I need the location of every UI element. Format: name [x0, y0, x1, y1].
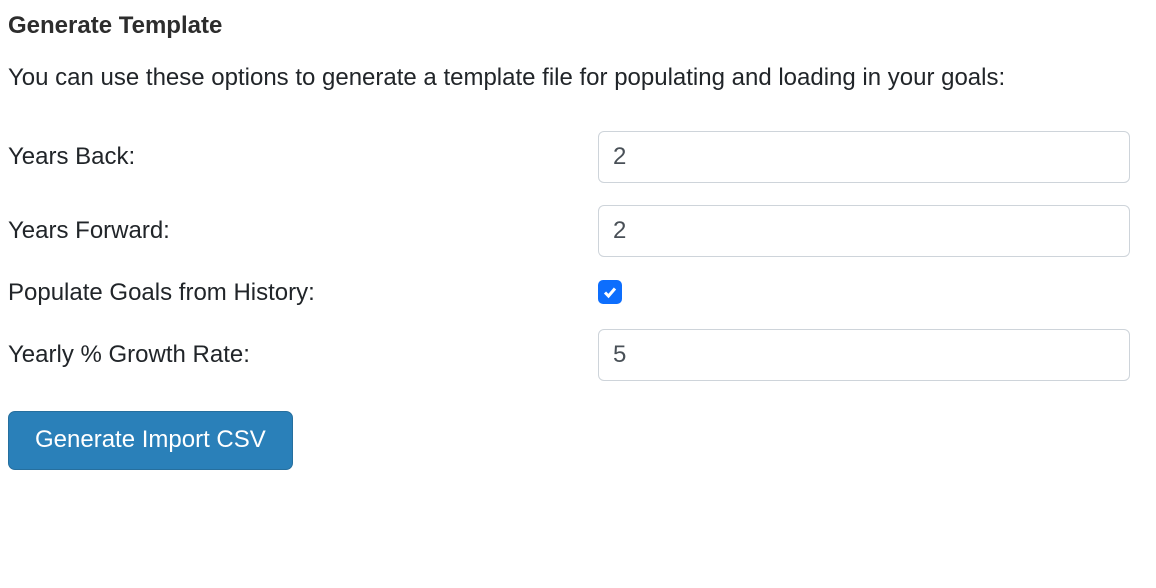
- growth-rate-input[interactable]: [598, 329, 1130, 381]
- populate-history-row: Populate Goals from History:: [8, 279, 1148, 307]
- populate-history-label: Populate Goals from History:: [8, 279, 598, 307]
- section-description: You can use these options to generate a …: [8, 58, 1108, 99]
- growth-rate-label: Yearly % Growth Rate:: [8, 341, 598, 369]
- growth-rate-row: Yearly % Growth Rate:: [8, 329, 1148, 381]
- section-title: Generate Template: [8, 12, 1148, 40]
- years-back-row: Years Back:: [8, 131, 1148, 183]
- years-back-label: Years Back:: [8, 143, 598, 171]
- template-form: Years Back: Years Forward: Populate Goal…: [8, 131, 1148, 470]
- years-forward-label: Years Forward:: [8, 217, 598, 245]
- generate-import-csv-button[interactable]: Generate Import CSV: [8, 411, 293, 470]
- years-forward-input[interactable]: [598, 205, 1130, 257]
- years-back-input[interactable]: [598, 131, 1130, 183]
- years-forward-row: Years Forward:: [8, 205, 1148, 257]
